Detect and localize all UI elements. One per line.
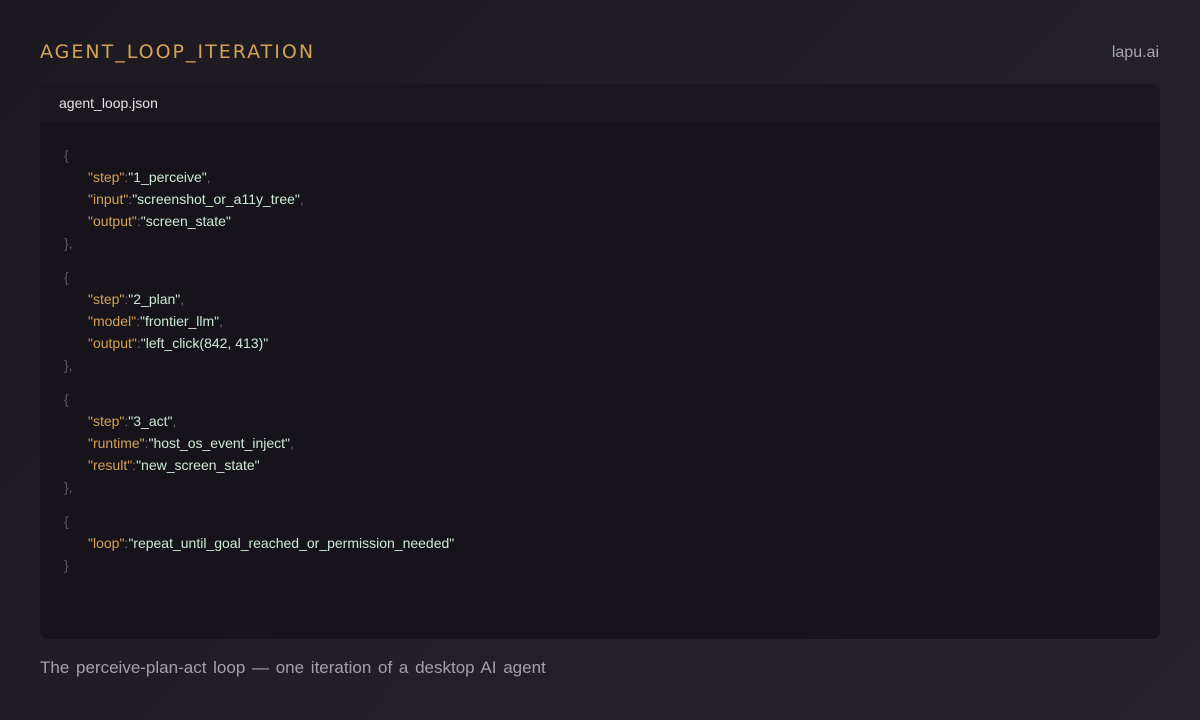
json-object-block: { "step":"3_act", "runtime":"host_os_event… — [64, 388, 1160, 498]
json-key: "result" — [88, 457, 133, 473]
comma: , — [299, 191, 304, 207]
code-line: "output":"screen_state" — [64, 210, 1160, 232]
comma: , — [172, 413, 177, 429]
code-line: "step":"3_act", — [64, 410, 1160, 432]
code-line: "loop":"repeat_until_goal_reached_or_per… — [64, 532, 1160, 554]
page-title: AGENT_LOOP_ITERATION — [40, 41, 316, 63]
json-value: "screen_state" — [140, 213, 231, 229]
code-line: "model":"frontier_llm", — [64, 310, 1160, 332]
brand-label: lapu.ai — [1111, 44, 1159, 61]
caption: The perceive-plan-act loop — one iterati… — [40, 658, 546, 677]
code-line: "input":"screenshot_or_a11y_tree", — [64, 188, 1160, 210]
code-panel: agent_loop.json {"step":"1_perceive", "in… — [40, 84, 1160, 639]
json-key: "step" — [88, 291, 125, 307]
json-key: "loop" — [88, 535, 125, 551]
open-brace: { — [64, 269, 69, 285]
json-key: "step" — [88, 169, 125, 185]
close-brace: }, — [64, 357, 73, 373]
json-key: "input" — [88, 191, 129, 207]
json-value: "repeat_until_goal_reached_or_permission… — [128, 535, 455, 551]
page: AGENT_LOOP_ITERATION lapu.ai agent_loop.… — [0, 0, 1200, 720]
open-brace: { — [64, 391, 69, 407]
close-brace: }, — [64, 479, 73, 495]
json-value: "left_click(842, 413)" — [140, 335, 269, 351]
code-line: "runtime":"host_os_event_inject", — [64, 432, 1160, 454]
json-value: "3_act" — [128, 413, 173, 429]
json-object-block: { "loop":"repeat_until_goal_reached_or_pe… — [64, 510, 1160, 576]
json-value: "new_screen_state" — [136, 457, 260, 473]
json-value: "screenshot_or_a11y_tree" — [132, 191, 300, 207]
open-brace: { — [64, 513, 69, 529]
comma: , — [290, 435, 294, 451]
json-object-block: { "step":"1_perceive", "input":"screenshot… — [64, 144, 1160, 254]
json-key: "output" — [88, 213, 137, 229]
json-value: "2_plan" — [128, 291, 181, 307]
comma: , — [219, 313, 224, 329]
code-line: "step":"2_plan", — [64, 288, 1160, 310]
code-filename: agent_loop.json — [59, 95, 158, 111]
json-value: "host_os_event_inject" — [148, 435, 290, 451]
code-line: "step":"1_perceive", — [64, 166, 1160, 188]
code-filename-tab: agent_loop.json — [40, 84, 1160, 122]
json-key: "step" — [88, 413, 125, 429]
json-value: "frontier_llm" — [139, 313, 220, 329]
code-line: "output":"left_click(842, 413)" — [64, 332, 1160, 354]
close-brace: }, — [64, 235, 73, 251]
json-key: "model" — [88, 313, 137, 329]
code-body: { "step":"1_perceive", "input":"screenshot… — [40, 122, 1160, 576]
close-brace: } — [64, 557, 69, 573]
code-line: "result":"new_screen_state" — [64, 454, 1160, 476]
comma: , — [180, 291, 185, 307]
json-value: "1_perceive" — [128, 169, 207, 185]
json-key: "output" — [88, 335, 137, 351]
json-key: "runtime" — [88, 435, 145, 451]
open-brace: { — [64, 147, 69, 163]
comma: , — [206, 169, 211, 185]
json-object-block: { "step":"2_plan", "model":"frontier_llm",… — [64, 266, 1160, 376]
